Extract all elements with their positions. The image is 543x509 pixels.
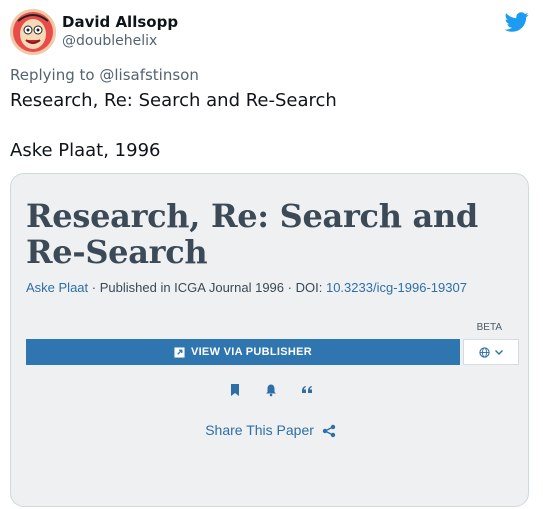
chevron-down-icon — [494, 350, 503, 355]
reply-context: Replying to @lisafstinson — [10, 66, 199, 84]
twitter-bird-icon[interactable] — [505, 10, 529, 34]
bookmark-icon[interactable] — [228, 383, 242, 397]
beta-label: BETA — [476, 322, 502, 333]
author-link[interactable]: Aske Plaat — [26, 280, 88, 295]
view-via-publisher-button[interactable]: VIEW VIA PUBLISHER — [26, 339, 460, 365]
share-label: Share This Paper — [205, 422, 314, 438]
globe-icon — [478, 346, 490, 358]
paper-meta: Aske Plaat · Published in ICGA Journal 1… — [26, 280, 467, 295]
link-options-dropdown[interactable] — [463, 339, 519, 365]
reply-prefix: Replying to — [10, 66, 95, 84]
share-paper-link[interactable]: Share This Paper — [11, 422, 530, 438]
cite-quote-icon[interactable] — [300, 383, 314, 397]
reply-mention-link[interactable]: @lisafstinson — [99, 66, 199, 84]
paper-actions — [11, 383, 530, 397]
avatar[interactable] — [10, 9, 56, 55]
published-info: Published in ICGA Journal 1996 — [99, 280, 285, 295]
link-preview-card[interactable]: Research, Re: Search and Re-Search Aske … — [10, 173, 529, 507]
paper-title[interactable]: Research, Re: Search and Re-Search — [26, 198, 516, 270]
doi-label: DOI: — [295, 280, 323, 295]
doi-link[interactable]: 10.3233/icg-1996-19307 — [326, 280, 467, 295]
share-icon — [322, 425, 335, 438]
display-name[interactable]: David Allsopp — [62, 13, 178, 31]
user-handle[interactable]: @doublehelix — [62, 33, 157, 49]
tweet-text-line-1: Research, Re: Search and Re-Search — [10, 90, 337, 111]
external-link-icon — [174, 346, 185, 358]
view-button-label: VIEW VIA PUBLISHER — [190, 346, 313, 358]
tweet-text-line-2: Aske Plaat, 1996 — [10, 140, 161, 161]
bell-icon[interactable] — [264, 383, 278, 397]
meta-separator: · — [287, 280, 296, 295]
meta-separator: · — [91, 280, 100, 295]
